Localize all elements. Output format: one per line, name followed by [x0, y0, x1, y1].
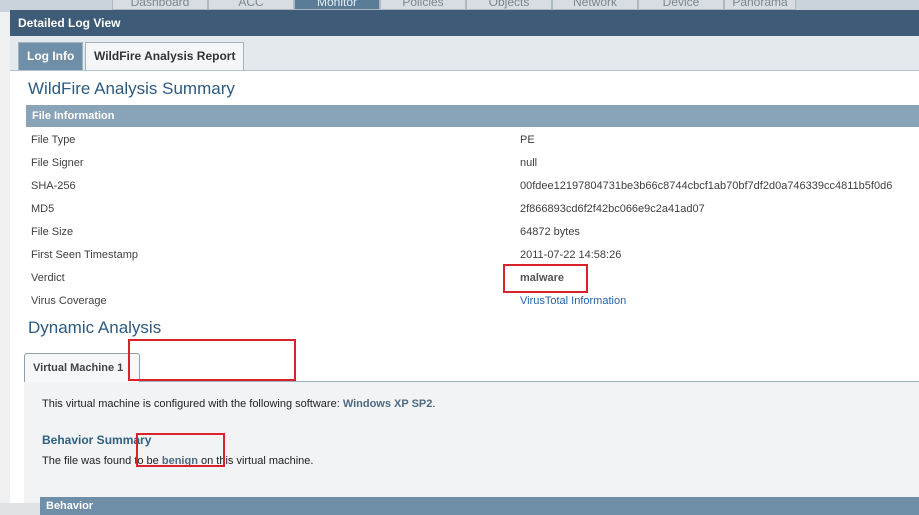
- bg-tab-policies[interactable]: Policies: [380, 0, 466, 10]
- field-row-virus-coverage: Virus Coverage VirusTotal Information: [26, 290, 919, 313]
- field-row-first-seen: First Seen Timestamp 2011-07-22 14:58:26: [26, 244, 919, 267]
- tab-wildfire-analysis-report[interactable]: WildFire Analysis Report: [85, 42, 245, 70]
- field-row-sha256: SHA-256 00fdee12197804731be3b66c8744cbcf…: [26, 175, 919, 198]
- field-row-file-size: File Size 64872 bytes: [26, 221, 919, 244]
- field-row-verdict: Verdict malware: [26, 267, 919, 290]
- field-label: File Size: [31, 226, 74, 238]
- field-value: null: [520, 157, 538, 169]
- report-content: WildFire Analysis Summary File Informati…: [10, 70, 919, 515]
- tab-log-info[interactable]: Log Info: [18, 42, 84, 70]
- field-value: 2f866893cd6f2f42bc066e9c2a41ad07: [520, 203, 705, 215]
- virustotal-link[interactable]: VirusTotal Information: [520, 295, 626, 307]
- field-row-md5: MD5 2f866893cd6f2f42bc066e9c2a41ad07: [26, 198, 919, 221]
- bg-tab-objects[interactable]: Objects: [466, 0, 552, 10]
- bg-tab-network[interactable]: Network: [552, 0, 638, 10]
- verdict-value: malware: [520, 272, 565, 284]
- behavior-table-header: Behavior: [40, 497, 919, 515]
- behavior-summary-text: The file was found to be benign on this …: [42, 455, 313, 467]
- field-label: MD5: [31, 203, 55, 215]
- field-label: First Seen Timestamp: [31, 249, 138, 261]
- behavior-summary-title: Behavior Summary: [42, 433, 152, 447]
- behavior-verdict: benign: [161, 455, 198, 467]
- vm-tab-strip: Virtual Machine 1: [24, 353, 919, 382]
- vm-config-text: This virtual machine is configured with …: [42, 398, 435, 410]
- field-row-file-signer: File Signer null: [26, 152, 919, 175]
- field-value: 2011-07-22 14:58:26: [520, 249, 622, 261]
- tab-virtual-machine-1[interactable]: Virtual Machine 1: [24, 353, 140, 382]
- behavior-suffix: on this virtual machine.: [197, 455, 314, 467]
- summary-heading: WildFire Analysis Summary: [28, 79, 235, 98]
- field-label: Verdict: [31, 272, 65, 284]
- bg-tab-acc[interactable]: ACC: [208, 0, 294, 10]
- bg-tab-device[interactable]: Device: [638, 0, 724, 10]
- vm-panel: This virtual machine is configured with …: [24, 382, 919, 515]
- bg-tab-monitor[interactable]: Monitor: [294, 0, 380, 10]
- vm-config-suffix: .: [432, 398, 436, 410]
- field-row-file-type: File Type PE: [26, 129, 919, 152]
- field-label: File Signer: [31, 157, 84, 169]
- bg-tab-dashboard[interactable]: Dashboard: [112, 0, 208, 10]
- field-value: 64872 bytes: [520, 226, 580, 238]
- vm-software: Windows XP SP2: [342, 398, 433, 410]
- dynamic-analysis-heading: Dynamic Analysis: [28, 318, 162, 337]
- behavior-prefix: The file was found to be: [42, 455, 162, 467]
- dialog-tab-strip: Log Info WildFire Analysis Report: [10, 36, 919, 71]
- field-value: PE: [520, 134, 535, 146]
- field-value: 00fdee12197804731be3b66c8744cbcf1ab70bf7…: [520, 180, 893, 192]
- detailed-log-view-dialog: Detailed Log View Log Info WildFire Anal…: [10, 10, 919, 515]
- file-information-header: File Information: [26, 105, 919, 127]
- dialog-title: Detailed Log View: [10, 10, 919, 36]
- field-label: File Type: [31, 134, 76, 146]
- field-label: SHA-256: [31, 180, 76, 192]
- field-label: Virus Coverage: [31, 295, 107, 307]
- vm-config-prefix: This virtual machine is configured with …: [42, 398, 343, 410]
- bg-tab-panorama[interactable]: Panorama: [724, 0, 796, 10]
